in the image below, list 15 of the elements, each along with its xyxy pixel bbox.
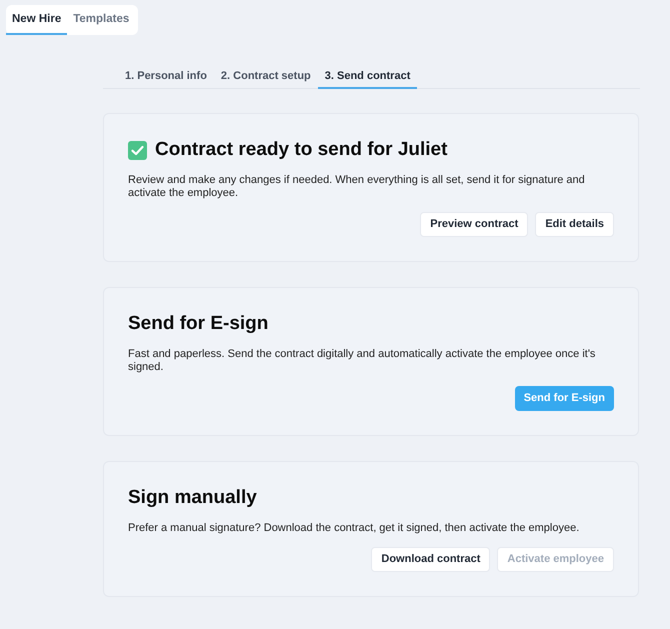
card-title: Sign manually	[128, 486, 257, 510]
card-description: Review and make any changes if needed. When everything is all set, send it for signature and activate the employee.	[128, 174, 586, 200]
card-title: Contract ready to send for Juliet	[155, 138, 448, 162]
action-button[interactable]: Preview contract	[420, 212, 528, 237]
tab[interactable]: New Hire	[6, 5, 68, 35]
action-button[interactable]: Download contract	[371, 547, 490, 572]
step-tab[interactable]: 2. Contract setup	[214, 65, 318, 89]
action-button[interactable]: Edit details	[535, 212, 614, 237]
card-description: Fast and paperless. Send the contract digitally and automatically activate the employee once it's signed.	[128, 348, 596, 374]
step-tab[interactable]: 1. Personal info	[118, 65, 214, 89]
tab[interactable]: Templates	[67, 5, 136, 35]
card-description: Prefer a manual signature? Download the contract, get it signed, then activate the employee.	[128, 522, 580, 535]
card-title: Send for E-sign	[128, 312, 268, 336]
check-icon	[128, 140, 147, 160]
step-tab[interactable]: 3. Send contract	[318, 65, 418, 89]
